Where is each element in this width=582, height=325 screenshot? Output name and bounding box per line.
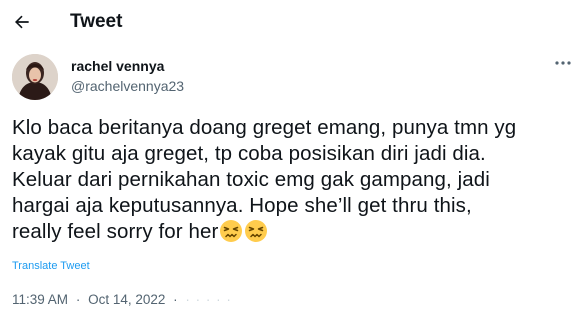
top-bar: Tweet xyxy=(0,0,582,44)
emoji-group xyxy=(218,219,268,250)
author-handle[interactable]: @rachelvennya23 xyxy=(71,78,184,94)
more-button[interactable] xyxy=(554,56,572,70)
author-name[interactable]: rachel vennya xyxy=(71,58,164,74)
avatar-image xyxy=(12,54,58,100)
page-title: Tweet xyxy=(70,11,123,32)
tweet-time[interactable]: 11:39 AM xyxy=(12,292,68,307)
meta-trailing: · · · · · xyxy=(185,292,232,307)
arrow-left-icon xyxy=(15,15,29,29)
tweet-text: Klo baca beritanya doang greget emang, p… xyxy=(12,115,572,250)
more-dots-icon xyxy=(555,61,571,65)
translate-tweet-link[interactable]: Translate Tweet xyxy=(12,260,90,272)
meta-separator: · xyxy=(75,292,81,307)
avatar[interactable] xyxy=(12,54,58,100)
persevering-face-emoji xyxy=(244,219,268,243)
persevering-face-emoji xyxy=(219,219,243,243)
tweet-meta: 11:39 AM · Oct 14, 2022 · · · · · · xyxy=(12,292,232,307)
back-button[interactable] xyxy=(10,10,34,34)
tweet-date[interactable]: Oct 14, 2022 xyxy=(88,292,165,307)
meta-separator-2: · xyxy=(173,292,178,307)
